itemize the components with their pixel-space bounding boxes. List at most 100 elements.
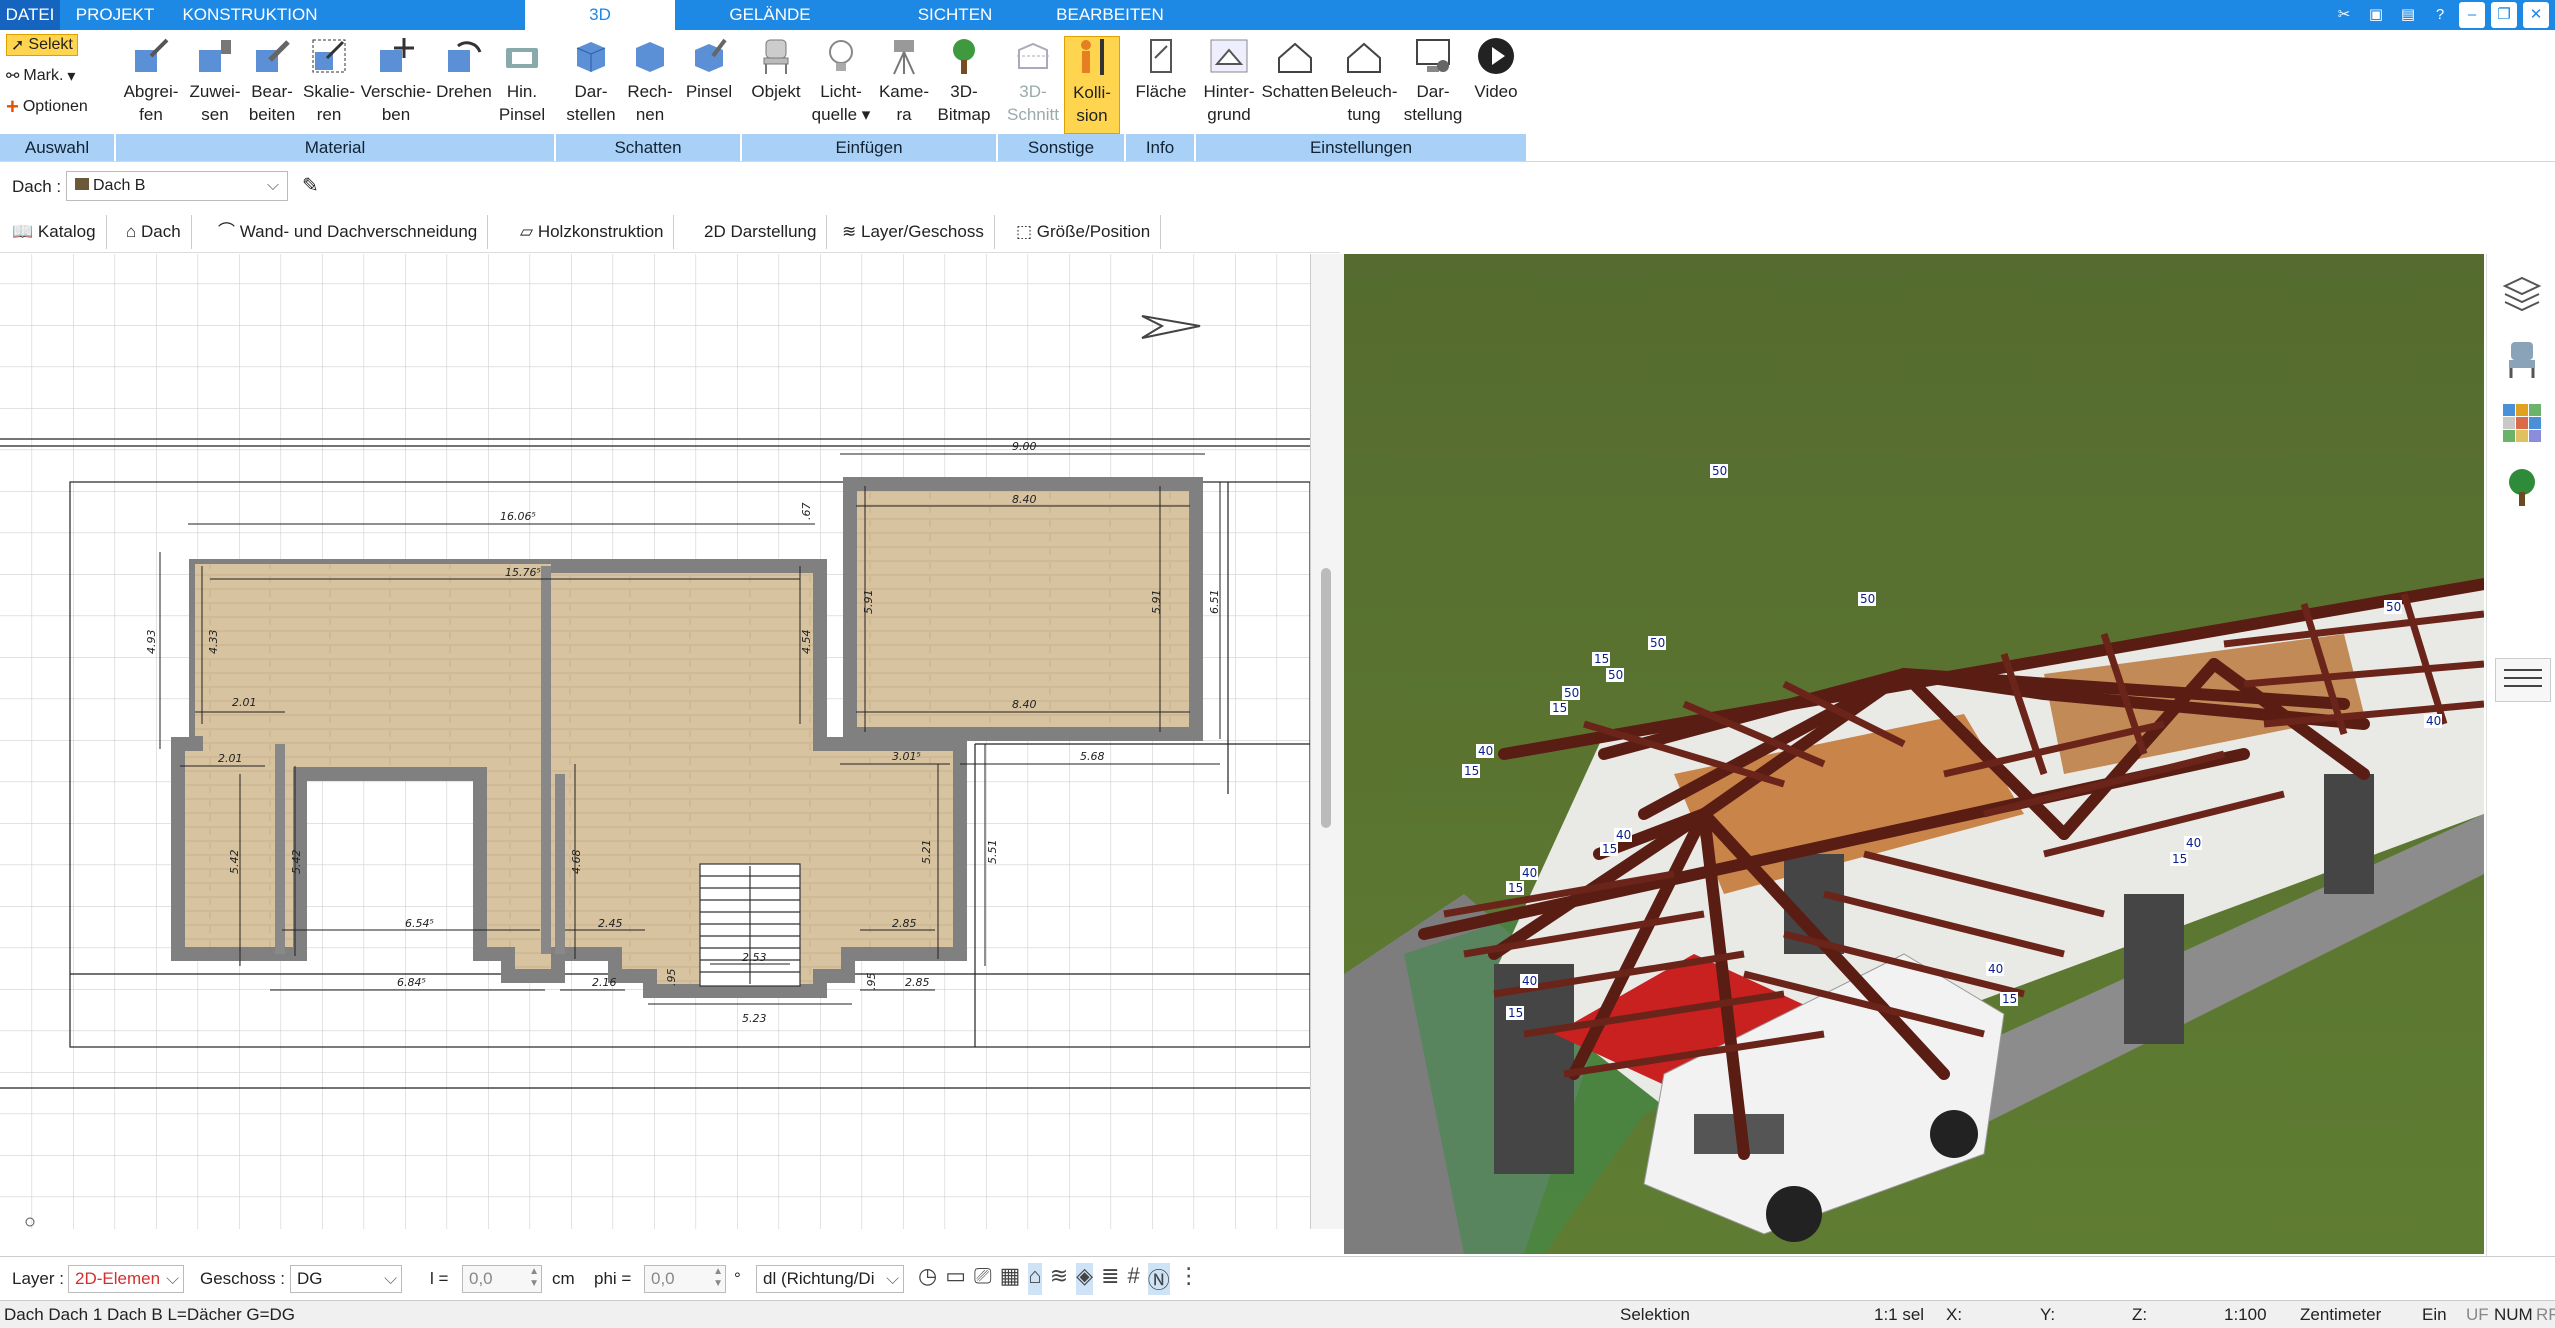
skalieren-button[interactable]: Skalie-ren bbox=[298, 36, 360, 126]
roof-view-icon[interactable]: ⌂ bbox=[1028, 1263, 1042, 1295]
menu-toggle[interactable] bbox=[2495, 658, 2551, 702]
tab-datei[interactable]: DATEI bbox=[0, 0, 60, 30]
lichtquelle-button[interactable]: Licht-quelle ▾ bbox=[806, 36, 876, 126]
rechnen-button[interactable]: Rech-nen bbox=[620, 36, 680, 126]
tab-layer-geschoss[interactable]: ≋ Layer/Geschoss bbox=[842, 215, 995, 249]
3d-scene[interactable]: 50 50 15 50 15 50 50 50 40 15 40 15 40 1… bbox=[1344, 254, 2484, 1254]
darstellung-button[interactable]: Dar-stellung bbox=[1398, 36, 1468, 126]
package-icon[interactable]: ▦ bbox=[1000, 1263, 1021, 1295]
phi-input[interactable]: 0,0 ▲ ▼ bbox=[644, 1265, 726, 1293]
svg-text:40: 40 bbox=[2186, 836, 2201, 850]
pencil-icon[interactable]: ✎ bbox=[302, 173, 319, 198]
tab-holzkonstruktion[interactable]: ▱ Holzkonstruktion bbox=[520, 215, 675, 249]
monitor-icon bbox=[1416, 39, 1450, 72]
hin-pinsel-button[interactable]: Hin. Pinsel bbox=[494, 36, 550, 126]
status-unit: Zentimeter bbox=[2300, 1305, 2382, 1324]
dim-5-23: 5.23 bbox=[742, 1012, 767, 1025]
monitor-view-icon[interactable]: ▭ bbox=[945, 1263, 966, 1295]
tab-bearbeiten[interactable]: BEARBEITEN bbox=[1040, 0, 1180, 30]
materials-icon[interactable] bbox=[2501, 402, 2543, 444]
layer-select[interactable]: 2D-Elemen ⌵ bbox=[68, 1265, 184, 1293]
camera-icon bbox=[893, 40, 915, 75]
spinner-icon[interactable]: ▲ ▼ bbox=[529, 1266, 539, 1290]
mode-select[interactable]: dl (Richtung/Di ⌵ bbox=[756, 1265, 904, 1293]
plan-canvas[interactable]: 9.00 16.06⁵ 8.40 15.76⁵ 8.40 6.51 4.93 4… bbox=[0, 254, 1310, 1229]
bitmap-button[interactable]: 3D- Bitmap bbox=[932, 36, 996, 126]
abgreifen-button[interactable]: Abgrei-fen bbox=[118, 36, 184, 126]
svg-text:15: 15 bbox=[1508, 1006, 1523, 1020]
pinsel-button[interactable]: Pinsel bbox=[680, 36, 738, 103]
mark-button[interactable]: ⚯ Mark. ▾ bbox=[6, 66, 75, 86]
kollision-button[interactable]: Kolli-sion bbox=[1064, 36, 1120, 134]
tab-konstruktion[interactable]: KONSTRUKTION bbox=[170, 0, 330, 30]
selekt-button[interactable]: ➚ Selekt bbox=[6, 34, 78, 56]
video-button[interactable]: Video bbox=[1466, 36, 1526, 103]
north-icon[interactable]: Ⓝ bbox=[1147, 1263, 1170, 1295]
dim-2-45: 2.45 bbox=[598, 917, 623, 930]
more-icon[interactable]: ⋮ bbox=[1178, 1263, 1200, 1295]
tools-icon[interactable]: ✂ bbox=[2331, 2, 2357, 28]
dim-2-01-a: 2.01 bbox=[232, 696, 257, 709]
status-object: Dach Dach 1 Dach B L=Dächer G=DG bbox=[4, 1305, 296, 1324]
dim-4-93: 4.93 bbox=[145, 630, 158, 655]
svg-text:50: 50 bbox=[2386, 600, 2401, 614]
close-button[interactable]: ✕ bbox=[2523, 2, 2549, 28]
tab-groesse-position[interactable]: ⬚ Größe/Position bbox=[1016, 215, 1162, 249]
3d-view[interactable]: 50 50 15 50 15 50 50 50 40 15 40 15 40 1… bbox=[1344, 254, 2484, 1254]
restore-button[interactable]: ❐ bbox=[2491, 2, 2517, 28]
furniture-icon[interactable] bbox=[2501, 338, 2543, 380]
dim-2-53: 2.53 bbox=[742, 951, 767, 964]
status-y: Y: bbox=[2040, 1305, 2056, 1324]
tab-dach[interactable]: ⌂ Dach bbox=[126, 215, 192, 249]
status-sel: 1:1 sel bbox=[1874, 1305, 1925, 1324]
tab-projekt[interactable]: PROJEKT bbox=[60, 0, 170, 30]
stairs-view-icon[interactable]: ≣ bbox=[1101, 1263, 1119, 1295]
tab-gelaende[interactable]: GELÄNDE bbox=[690, 0, 850, 30]
input-bar: Layer : 2D-Elemen ⌵ Geschoss : DG ⌵ l = 0,… bbox=[0, 1256, 2555, 1300]
objekt-button[interactable]: Objekt bbox=[745, 36, 807, 103]
drehen-button[interactable]: Drehen bbox=[434, 36, 494, 103]
hintergrund-button[interactable]: Hinter-grund bbox=[1198, 36, 1260, 126]
view-toolbar: ◷ ▭ ⎚ ▦ ⌂ ≋ ◈ ≣ # Ⓝ ⋮ bbox=[918, 1263, 1200, 1295]
dach-select[interactable]: Dach B ⌵ bbox=[66, 171, 288, 201]
help-icon[interactable]: ? bbox=[2427, 2, 2453, 28]
status-z: Z: bbox=[2132, 1305, 2148, 1324]
beleuchtung-button[interactable]: Beleuch-tung bbox=[1328, 36, 1400, 126]
svg-text:50: 50 bbox=[1712, 464, 1727, 478]
print-icon[interactable]: ▤ bbox=[2395, 2, 2421, 28]
timber-view-icon[interactable]: ≋ bbox=[1050, 1263, 1068, 1295]
kamera-button[interactable]: Kame-ra bbox=[872, 36, 936, 126]
zuweisen-button[interactable]: Zuwei-sen bbox=[182, 36, 248, 126]
tab-sichten[interactable]: SICHTEN bbox=[870, 0, 1040, 30]
l-input[interactable]: 0,0 ▲ ▼ bbox=[462, 1265, 542, 1293]
clock-icon[interactable]: ◷ bbox=[918, 1263, 937, 1295]
tab-2d-darstellung[interactable]: 2D Darstellung bbox=[704, 215, 828, 249]
flaeche-button[interactable]: Fläche bbox=[1130, 36, 1192, 103]
dim-5-42-b: 5.42 bbox=[290, 850, 303, 875]
shop-icon[interactable]: ▣ bbox=[2363, 2, 2389, 28]
chevron-down-icon: ⌵ bbox=[266, 177, 279, 194]
bearbeiten-button[interactable]: Bear-beiten bbox=[242, 36, 302, 126]
svg-text:50: 50 bbox=[1860, 592, 1875, 606]
spinner-icon[interactable]: ▲ ▼ bbox=[713, 1266, 723, 1290]
vertical-scrollbar[interactable] bbox=[1321, 568, 1331, 828]
geschoss-select[interactable]: DG ⌵ bbox=[290, 1265, 402, 1293]
verschieben-button[interactable]: Verschie-ben bbox=[356, 36, 436, 126]
floor-plan-2d[interactable]: 9.00 16.06⁵ 8.40 15.76⁵ 8.40 6.51 4.93 4… bbox=[0, 254, 1310, 1229]
tab-wand-dachverschneidung[interactable]: ⌒ Wand- und Dachverschneidung bbox=[218, 215, 489, 249]
camera-view-icon[interactable]: ⎚ bbox=[974, 1263, 992, 1295]
schatten-button[interactable]: Schatten bbox=[1260, 36, 1330, 103]
layers-icon[interactable] bbox=[2501, 272, 2543, 314]
3d-schnitt-button[interactable]: 3D- Schnitt bbox=[1002, 36, 1064, 126]
pick-material-icon bbox=[135, 38, 169, 72]
vertical-scroll-area[interactable] bbox=[1310, 254, 1344, 1229]
tab-3d[interactable]: 3D bbox=[525, 0, 675, 30]
plane-view-icon[interactable]: ◈ bbox=[1076, 1263, 1094, 1295]
tab-katalog[interactable]: 📖 Katalog bbox=[12, 215, 107, 249]
grid-icon[interactable]: # bbox=[1128, 1263, 1140, 1295]
optionen-button[interactable]: + Optionen bbox=[6, 94, 88, 120]
darstellen-button[interactable]: Dar-stellen bbox=[560, 36, 622, 126]
svg-text:15: 15 bbox=[2002, 992, 2017, 1006]
plants-icon[interactable] bbox=[2501, 466, 2543, 508]
minimize-button[interactable]: – bbox=[2459, 2, 2485, 28]
